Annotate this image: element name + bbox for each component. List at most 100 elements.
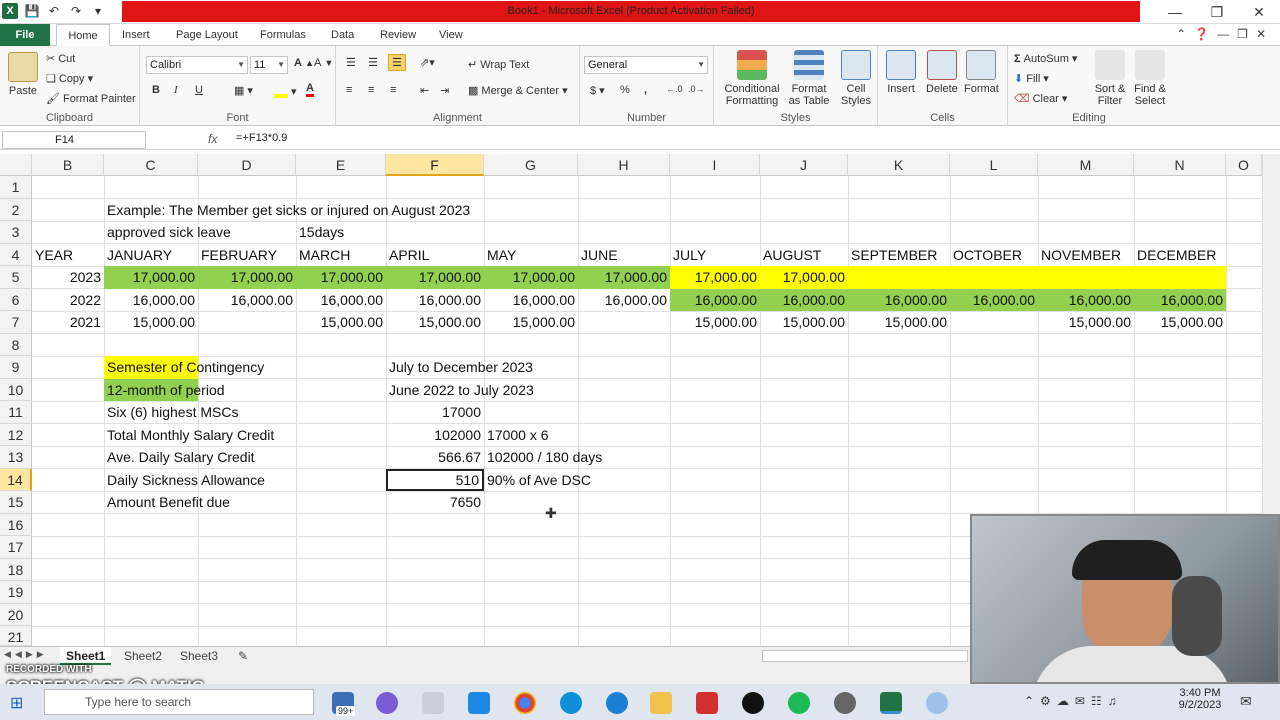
cell-f12[interactable]: 102000 xyxy=(386,424,484,447)
col-header-m[interactable]: M xyxy=(1038,154,1134,176)
name-box[interactable]: F14 xyxy=(2,131,146,149)
col-header-g[interactable]: G xyxy=(484,154,578,176)
store-icon[interactable] xyxy=(468,692,490,714)
row-header[interactable]: 9 xyxy=(0,356,32,379)
spotify-icon[interactable] xyxy=(788,692,810,714)
pdf-icon[interactable] xyxy=(696,692,718,714)
fill-color-button[interactable]: ▾ xyxy=(274,84,297,98)
merge-center-button[interactable]: ▩ Merge & Center ▾ xyxy=(468,84,568,98)
font-size-select[interactable]: 11 ▼ xyxy=(250,56,288,74)
cell-f15[interactable]: 7650 xyxy=(386,491,484,514)
cell-e7[interactable]: 15,000.00 xyxy=(296,311,386,334)
format-cells-button[interactable]: Format xyxy=(964,50,999,95)
cell-month[interactable]: JUNE xyxy=(578,244,621,267)
sheet-nav-icon[interactable]: ◀◀▶▶ xyxy=(4,649,48,660)
cell-c5[interactable]: 17,000.00 xyxy=(104,266,198,289)
cell-month[interactable]: MARCH xyxy=(296,244,353,267)
cell-month[interactable]: DECEMBER xyxy=(1134,244,1219,267)
excel-taskbar-icon[interactable] xyxy=(880,692,902,714)
col-header-h[interactable]: H xyxy=(578,154,670,176)
italic-button[interactable]: I xyxy=(174,84,178,96)
cell-c11[interactable]: Six (6) highest MSCs xyxy=(104,401,241,424)
cell-b4[interactable]: YEAR xyxy=(32,244,76,267)
window-close-icon[interactable]: ✕ xyxy=(1256,27,1266,41)
middle-align-icon[interactable]: ☰ xyxy=(368,56,378,69)
row-header[interactable]: 19 xyxy=(0,581,32,604)
cell-e5[interactable]: 17,000.00 xyxy=(296,266,386,289)
sheet-tab-sheet3[interactable]: Sheet3 xyxy=(174,647,224,665)
col-header-l[interactable]: L xyxy=(950,154,1038,176)
col-header-n[interactable]: N xyxy=(1134,154,1226,176)
cell-f7[interactable]: 15,000.00 xyxy=(386,311,484,334)
cell-c12[interactable]: Total Monthly Salary Credit xyxy=(104,424,277,447)
settings-gear-icon[interactable] xyxy=(834,692,856,714)
shrink-font-button[interactable]: A ▼ xyxy=(314,57,333,69)
cell-month[interactable]: SEPTEMBER xyxy=(848,244,940,267)
col-header-d[interactable]: D xyxy=(198,154,296,176)
cell-g13[interactable]: 102000 / 180 days xyxy=(484,446,605,469)
formula-input[interactable]: =+F13*0.9 xyxy=(236,132,287,144)
increase-indent-icon[interactable]: ⇥ xyxy=(440,84,449,97)
row-header[interactable]: 11 xyxy=(0,401,32,424)
cut-button[interactable]: ✂ Cut xyxy=(46,52,75,66)
cell-k7[interactable]: 15,000.00 xyxy=(848,311,950,334)
cell-month[interactable]: AUGUST xyxy=(760,244,824,267)
paste-button[interactable]: Paste xyxy=(8,52,38,97)
row-header[interactable]: 1 xyxy=(0,176,32,199)
cell-l6[interactable]: 16,000.00 xyxy=(950,289,1038,312)
row-header[interactable]: 8 xyxy=(0,333,32,356)
cell-c6[interactable]: 16,000.00 xyxy=(104,289,198,312)
delete-cells-button[interactable]: Delete xyxy=(926,50,958,95)
redo-icon[interactable]: ↷ xyxy=(68,3,84,19)
cell-month[interactable]: JANUARY xyxy=(104,244,175,267)
bottom-align-icon[interactable]: ☰ xyxy=(388,54,406,71)
decrease-indent-icon[interactable]: ⇤ xyxy=(420,84,429,97)
cell-c10[interactable]: 12-month of period xyxy=(104,379,228,402)
cell-i7[interactable]: 15,000.00 xyxy=(670,311,760,334)
undo-icon[interactable]: ↶ xyxy=(46,3,62,19)
cell-styles-button[interactable]: Cell Styles xyxy=(838,50,874,107)
cell-c3[interactable]: approved sick leave xyxy=(104,221,234,244)
cell-g14[interactable]: 90% of Ave DSC xyxy=(484,469,594,492)
cell-c13[interactable]: Ave. Daily Salary Credit xyxy=(104,446,258,469)
row-header[interactable]: 15 xyxy=(0,491,32,514)
row-header[interactable]: 13 xyxy=(0,446,32,469)
currency-button[interactable]: $ ▾ xyxy=(590,84,605,98)
cell-c14[interactable]: Daily Sickness Allowance xyxy=(104,469,268,492)
edge-icon[interactable] xyxy=(560,692,582,714)
cell-m7[interactable]: 15,000.00 xyxy=(1038,311,1134,334)
tab-view[interactable]: View xyxy=(439,24,463,46)
cell-month[interactable]: JULY xyxy=(670,244,709,267)
restore-button[interactable]: ❐ xyxy=(1196,0,1238,24)
cell-month[interactable]: FEBRUARY xyxy=(198,244,280,267)
copy-button[interactable]: ❏ Copy ▾ xyxy=(46,72,93,86)
cell-g5[interactable]: 17,000.00 xyxy=(484,266,578,289)
cell-d5[interactable]: 17,000.00 xyxy=(198,266,296,289)
app-icon[interactable] xyxy=(422,692,444,714)
autosum-button[interactable]: Σ AutoSum ▾ xyxy=(1014,52,1077,66)
format-painter-button[interactable]: 🖌 Format Painter xyxy=(46,92,136,106)
row-header[interactable]: 12 xyxy=(0,423,32,446)
cell-b5[interactable]: 2023 xyxy=(32,266,104,289)
file-explorer-icon[interactable] xyxy=(650,692,672,714)
row-header[interactable]: 18 xyxy=(0,558,32,581)
tiktok-icon[interactable] xyxy=(742,692,764,714)
col-header-i[interactable]: I xyxy=(670,154,760,176)
tab-data[interactable]: Data xyxy=(331,24,354,46)
row-header[interactable]: 3 xyxy=(0,221,32,244)
tab-home[interactable]: Home xyxy=(56,24,110,46)
horizontal-scrollbar[interactable] xyxy=(762,650,968,662)
cell-j7[interactable]: 15,000.00 xyxy=(760,311,848,334)
align-center-icon[interactable]: ≡ xyxy=(368,84,374,96)
percent-button[interactable]: % xyxy=(620,84,630,96)
decrease-decimal-icon[interactable]: .0→ xyxy=(688,84,705,94)
system-tray-icons[interactable]: ⌃⚙☁✉☷♫ xyxy=(1024,694,1123,708)
cell-g12[interactable]: 17000 x 6 xyxy=(484,424,552,447)
find-select-button[interactable]: Find & Select xyxy=(1130,50,1170,107)
insert-cells-button[interactable]: Insert xyxy=(886,50,916,95)
sheet-tab-sheet2[interactable]: Sheet2 xyxy=(118,647,168,665)
wrap-text-button[interactable]: ↵ Wrap Text xyxy=(468,58,529,72)
orientation-icon[interactable]: ⇗▾ xyxy=(420,56,435,69)
row-header[interactable]: 7 xyxy=(0,311,32,334)
cell-g7[interactable]: 15,000.00 xyxy=(484,311,578,334)
